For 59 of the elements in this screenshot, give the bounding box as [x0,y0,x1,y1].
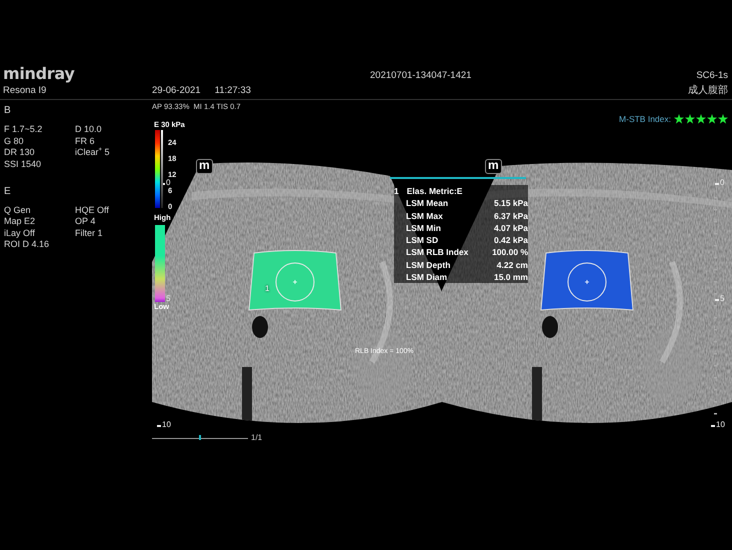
result-label: LSM SD [406,234,438,246]
parameter-text: Filter 1 [75,228,104,238]
result-value: 6.37 kPa [494,210,528,222]
result-label: LSM Min [406,222,441,234]
exam-id: 20210701-134047-1421 [370,70,472,83]
probe-name: SC6-1s [696,70,728,83]
depth-label: 10 [716,420,725,429]
model-name: Resona I9 [3,84,48,96]
star-icon [696,114,706,124]
stability-label: M-STB Index: [619,114,671,124]
parameter-text: D 10.0 [75,124,103,134]
parameter-text: Map E2 [4,216,36,226]
result-label: LSM Max [406,210,443,222]
result-title: Elas. Metric:E [406,185,462,198]
parameter-text: SSI 1540 [4,158,42,168]
star-icon [718,114,728,124]
star-icon [674,114,684,124]
depth-tick [715,183,719,184]
result-label: LSM Mean [406,197,448,210]
parameter-text: G 80 [4,136,25,146]
result-label: LSM Depth [406,258,450,272]
frame-counter: 1/1 [251,433,262,442]
result-value: 4.22 cm [496,258,528,272]
parameter-text: F 1.7~5.2 [4,124,44,134]
roi-label: 1 [265,284,270,293]
parameter-text: HQE Off [75,204,110,214]
parameter-text: Q Gen [4,204,32,214]
result-value: 100.00 % [492,246,528,259]
depth-label: 0 [166,178,170,187]
parameter-text: iLay Off [4,228,36,238]
star-icon [685,114,695,124]
parameter-text: ROI D 4.16 [4,239,50,249]
depth-tick [157,425,161,426]
result-value: 15.0 mm [494,271,528,284]
parameter-text: DR 130 [4,147,36,157]
brand-logo: mindray [3,64,76,83]
parameter-text: FR 6 [75,136,96,146]
time-text: 11:27:33 [214,84,251,96]
section-title: B [4,105,12,116]
result-index: 1 [394,185,399,198]
result-value: 4.07 kPa [494,222,528,234]
depth-label: 0 [720,178,724,187]
parameter-text: OP 4 [75,216,96,226]
depth-tick [711,425,715,426]
parameter-text: iClear$^{+}$ 5 [75,147,111,157]
result-label: LSM Diam [406,271,448,284]
orientation-marker: m [485,159,502,174]
result-value: 0.42 kPa [494,234,528,246]
depth-label: 5 [720,294,724,303]
depth-label: 10 [162,420,171,429]
depth-label: 5 [166,294,170,303]
preset-name: 成人腹部 [688,84,728,97]
result-value: 5.15 kPa [494,197,528,210]
star-icon [707,114,717,124]
orientation-marker: m [196,159,213,174]
depth-tick [715,299,719,300]
date-text: 29-06-2021 [152,84,201,96]
section-title: E [4,186,12,196]
result-label: LSM RLB Index [406,246,468,259]
